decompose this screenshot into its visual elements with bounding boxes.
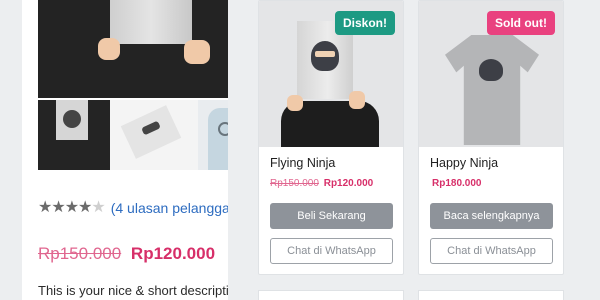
read-more-button[interactable]: Baca selengkapnya (430, 203, 553, 229)
short-description: This is your nice & short description (38, 283, 228, 298)
gallery-thumbnail[interactable] (38, 100, 110, 170)
tshirt-shape (445, 35, 539, 145)
hand-shape (98, 38, 120, 60)
product-main-image[interactable] (38, 0, 228, 98)
gallery-thumbnail[interactable] (198, 100, 228, 170)
star-empty-icon: ★ (91, 199, 105, 216)
sold-out-badge: Sold out! (487, 11, 555, 35)
reviews-link[interactable]: (4 ulasan pelanggan) (111, 200, 228, 216)
ninja-icon (479, 59, 503, 81)
product-card (418, 290, 564, 300)
rating-row: ★★★★ ★ (4 ulasan pelanggan) (38, 199, 228, 217)
product-title[interactable]: Flying Ninja (270, 156, 335, 170)
hand-shape (184, 40, 210, 64)
product-price: Rp150.000 Rp120.000 (38, 244, 215, 264)
product-detail-panel: ★★★★ ★ (4 ulasan pelanggan) Rp150.000 Rp… (22, 0, 228, 300)
hand-shape (349, 91, 365, 109)
sale-price: Rp180.000 (432, 178, 482, 189)
sale-price: Rp120.000 (130, 244, 216, 263)
buy-now-button[interactable]: Beli Sekarang (270, 203, 393, 229)
product-card (258, 290, 404, 300)
ninja-mask-shape (315, 51, 335, 57)
sale-price: Rp120.000 (323, 178, 374, 189)
product-title[interactable]: Happy Ninja (430, 156, 498, 170)
gallery-thumbnail[interactable] (110, 100, 198, 170)
product-image[interactable]: Diskon! (259, 1, 403, 147)
regular-price: Rp150.000 (270, 178, 319, 189)
product-card: Sold out! Happy Ninja Rp180.000 Baca sel… (418, 0, 564, 275)
regular-price: Rp150.000 (38, 244, 122, 263)
star-icon: ★★★★ (38, 199, 92, 216)
hand-shape (287, 95, 303, 111)
ninja-icon (63, 110, 81, 128)
whatsapp-chat-button[interactable]: Chat di WhatsApp (270, 238, 393, 264)
star-rating: ★★★★ ★ (38, 199, 106, 216)
logo-icon (218, 122, 228, 136)
poster-shape (110, 0, 192, 44)
gallery-thumbnails (38, 100, 228, 170)
product-price: Rp180.000 (430, 178, 481, 189)
whatsapp-chat-button[interactable]: Chat di WhatsApp (430, 238, 553, 264)
product-price: Rp150.000 Rp120.000 (270, 178, 373, 189)
sale-badge: Diskon! (334, 11, 395, 35)
product-card: Diskon! Flying Ninja Rp150.000 Rp120.000… (258, 0, 404, 275)
hoodie-shape (208, 108, 228, 170)
product-image[interactable]: Sold out! (419, 1, 563, 147)
